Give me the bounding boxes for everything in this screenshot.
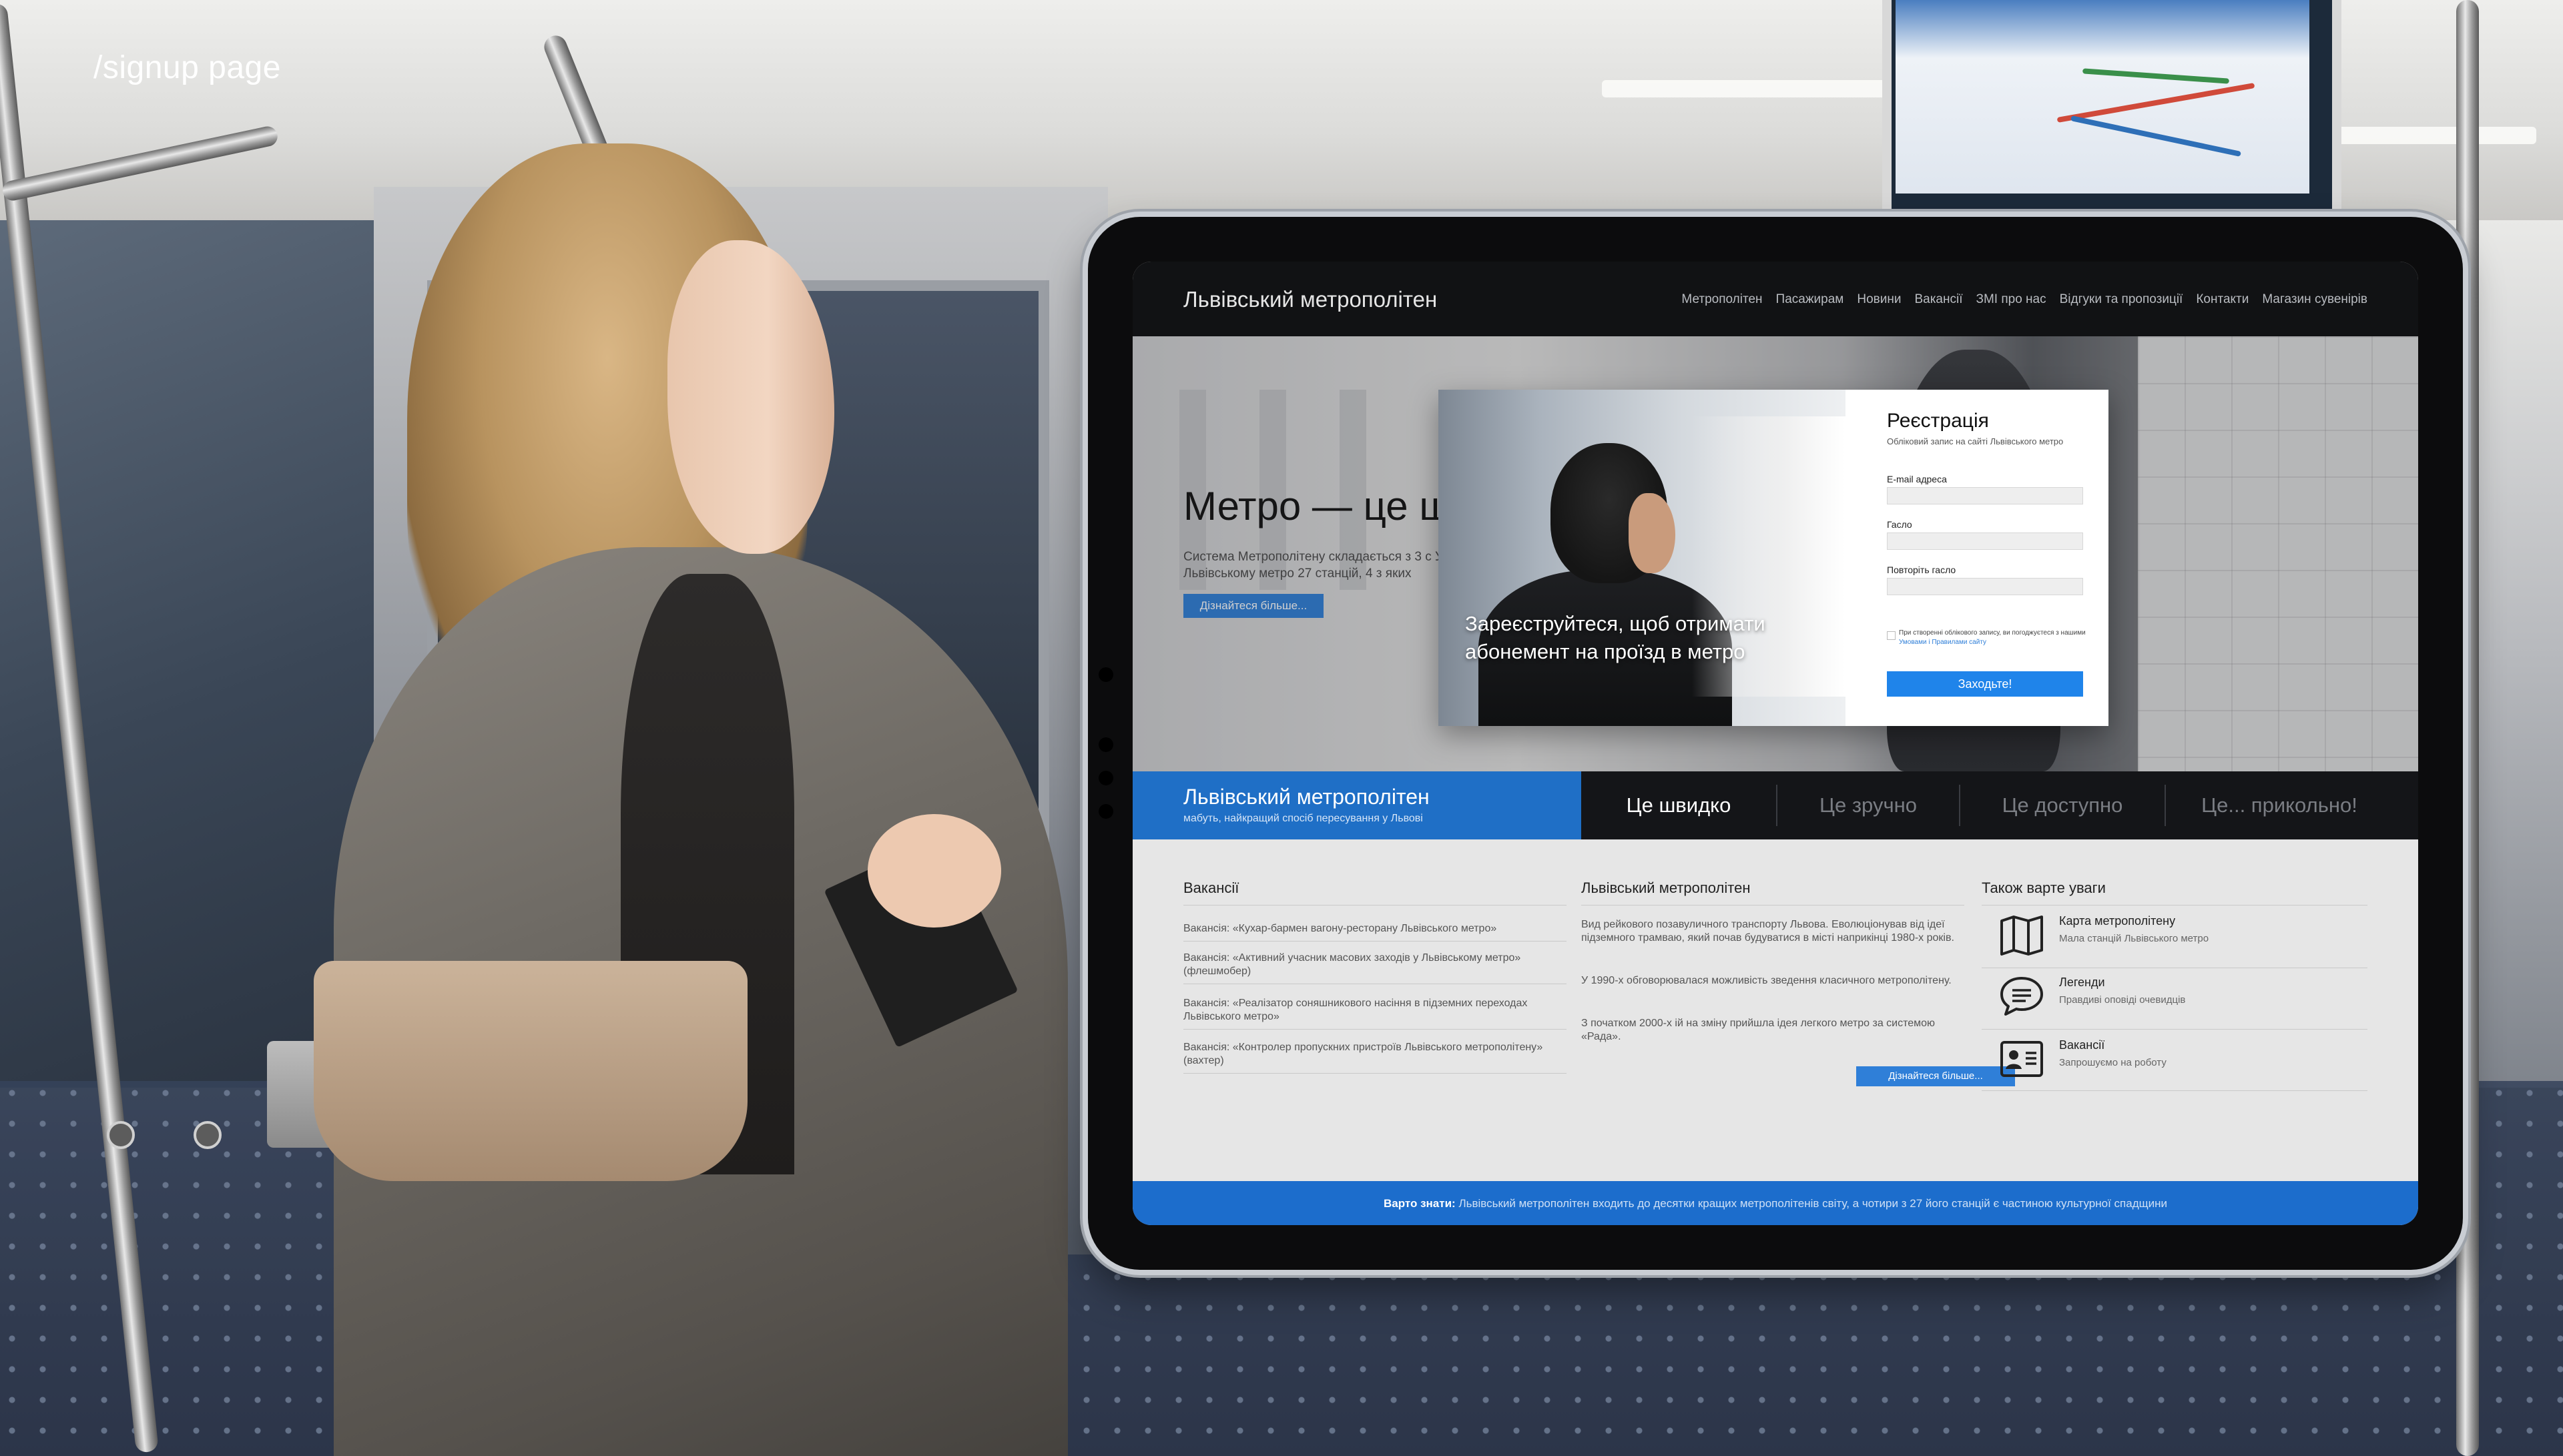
aside-item-name: Легенди	[2059, 976, 2105, 989]
woman-hand	[868, 814, 1001, 928]
tab-fast[interactable]: Це швидко	[1581, 771, 1776, 839]
footer-text: Варто знати: Львівський метрополітен вхо…	[1133, 1197, 2418, 1210]
nav-item-contacts[interactable]: Контакти	[2196, 292, 2249, 307]
vacancy-link[interactable]: Вакансія: «Реалізатор соняшникового насі…	[1183, 997, 1567, 1024]
aside-item-desc: Запрошуємо на роботу	[2059, 1057, 2167, 1068]
map-icon	[2000, 916, 2043, 956]
aside-item-desc: Правдиві оповіді очевидців	[2059, 994, 2186, 1006]
aside-item-legends[interactable]: Легенди Правдиві оповіді очевидців	[1982, 972, 2367, 1026]
band-subtitle: мабуть, найкращий спосіб пересування у Л…	[1183, 813, 1423, 824]
nav-item-shop[interactable]: Магазин сувенірів	[2262, 292, 2367, 307]
tab-cool[interactable]: Це... прикольно!	[2166, 771, 2393, 839]
content-section: Вакансії Вакансія: «Кухар-бармен вагону-…	[1133, 839, 2418, 1181]
nav-item-feedback[interactable]: Відгуки та пропозиції	[2060, 292, 2183, 307]
tablet-button	[1099, 771, 1113, 785]
aside-item-name: Карта метрополітену	[2059, 914, 2176, 928]
signup-modal: Зареєструйтеся, щоб отримати абонемент н…	[1438, 390, 2108, 726]
nav-item-metro[interactable]: Метрополітен	[1681, 292, 1762, 307]
form-subtitle: Обліковий запис на сайті Львівського мет…	[1887, 436, 2064, 446]
tablet-button	[1099, 737, 1113, 752]
id-card-icon	[2000, 1041, 2043, 1077]
band-brand: Львівський метрополітен мабуть, найкращи…	[1133, 771, 1581, 839]
aside-item-vacancies[interactable]: Вакансії Запрошуємо на роботу	[1982, 1034, 2367, 1089]
form-title: Реєстрація	[1887, 410, 1989, 432]
photo-man-face	[1629, 493, 1675, 573]
tablet-button	[1099, 804, 1113, 819]
divider	[1183, 1029, 1567, 1030]
modal-photo: Зареєструйтеся, щоб отримати абонемент н…	[1438, 390, 1845, 726]
vacancies-heading: Вакансії	[1183, 879, 1239, 896]
bolt	[107, 1121, 135, 1149]
footer-body: Львівський метрополітен входить до десят…	[1458, 1197, 2167, 1210]
about-paragraph: У 1990-х обговорювалася можливість зведе…	[1581, 975, 1952, 986]
shoulder-bag	[314, 961, 748, 1181]
about-heading: Львівський метрополітен	[1581, 879, 1751, 896]
site-header: Львівський метрополітен Метрополітен Пас…	[1133, 262, 2418, 336]
nav-item-news[interactable]: Новини	[1857, 292, 1901, 307]
aside-item-name: Вакансії	[2059, 1038, 2105, 1052]
terms-link[interactable]: Умовами і Правилами сайту	[1899, 639, 1986, 646]
speech-bubble-icon	[2000, 977, 2043, 1016]
aside-item-desc: Мала станцій Львівського метро	[2059, 933, 2209, 944]
about-paragraph: З початком 2000-х ій на зміну прийшла ід…	[1581, 1018, 1936, 1042]
band-title: Львівський метрополітен	[1183, 785, 1430, 809]
repeat-password-label: Повторіть гасло	[1887, 565, 1956, 575]
vacancy-link[interactable]: Вакансія: «Активний учасник масових захо…	[1183, 952, 1567, 978]
site-footer: Варто знати: Львівський метрополітен вхо…	[1133, 1181, 2418, 1225]
password-field[interactable]	[1887, 532, 2083, 550]
about-paragraph: Вид рейкового позавуличного транспорту Л…	[1581, 919, 1954, 944]
hero-section: Метро — це ш Система Метрополітену склад…	[1133, 336, 2418, 771]
bolt	[194, 1121, 222, 1149]
aside-heading: Також варте уваги	[1982, 879, 2106, 896]
nav-item-press[interactable]: ЗМІ про нас	[1976, 292, 2046, 307]
vacancy-link[interactable]: Вакансія: «Кухар-бармен вагону-ресторану…	[1183, 922, 1567, 936]
signup-form: Реєстрація Обліковий запис на сайті Льві…	[1845, 390, 2108, 726]
divider	[1183, 941, 1567, 942]
email-field[interactable]	[1887, 487, 2083, 504]
nav-item-vacancies[interactable]: Вакансії	[1914, 292, 1962, 307]
tablet-button	[1099, 667, 1113, 682]
nav-item-passengers[interactable]: Пасажирам	[1776, 292, 1844, 307]
tab-affordable[interactable]: Це доступно	[1960, 771, 2165, 839]
repeat-password-field[interactable]	[1887, 578, 2083, 595]
page-caption: /signup page	[93, 50, 281, 85]
divider	[1183, 1073, 1567, 1074]
feature-band: Львівський метрополітен мабуть, найкращи…	[1133, 771, 2418, 839]
modal-tagline: Зареєструйтеся, щоб отримати абонемент н…	[1465, 612, 1765, 663]
consent-text-body: При створенні облікового запису, ви пого…	[1899, 629, 2086, 637]
route-map-display	[1896, 0, 2309, 194]
vacancy-link[interactable]: Вакансія: «Контролер пропускних пристрої…	[1183, 1041, 1567, 1068]
divider	[1982, 1029, 2367, 1030]
email-label: E-mail адреса	[1887, 474, 1947, 484]
tab-convenient[interactable]: Це зручно	[1777, 771, 1959, 839]
tablet-screen: Львівський метрополітен Метрополітен Пас…	[1133, 262, 2418, 1225]
divider	[1982, 1090, 2367, 1091]
password-label: Гасло	[1887, 519, 1912, 530]
aside-item-map[interactable]: Карта метрополітену Мала станцій Львівсь…	[1982, 910, 2367, 965]
consent-text: При створенні облікового запису, ви пого…	[1899, 629, 2086, 647]
consent-checkbox[interactable]	[1887, 631, 1896, 640]
footer-lead: Варто знати:	[1383, 1197, 1456, 1210]
submit-button[interactable]: Заходьте!	[1887, 671, 2083, 697]
site-logo[interactable]: Львівський метрополітен	[1183, 287, 1437, 312]
main-nav: Метрополітен Пасажирам Новини Вакансії З…	[1681, 292, 2367, 307]
